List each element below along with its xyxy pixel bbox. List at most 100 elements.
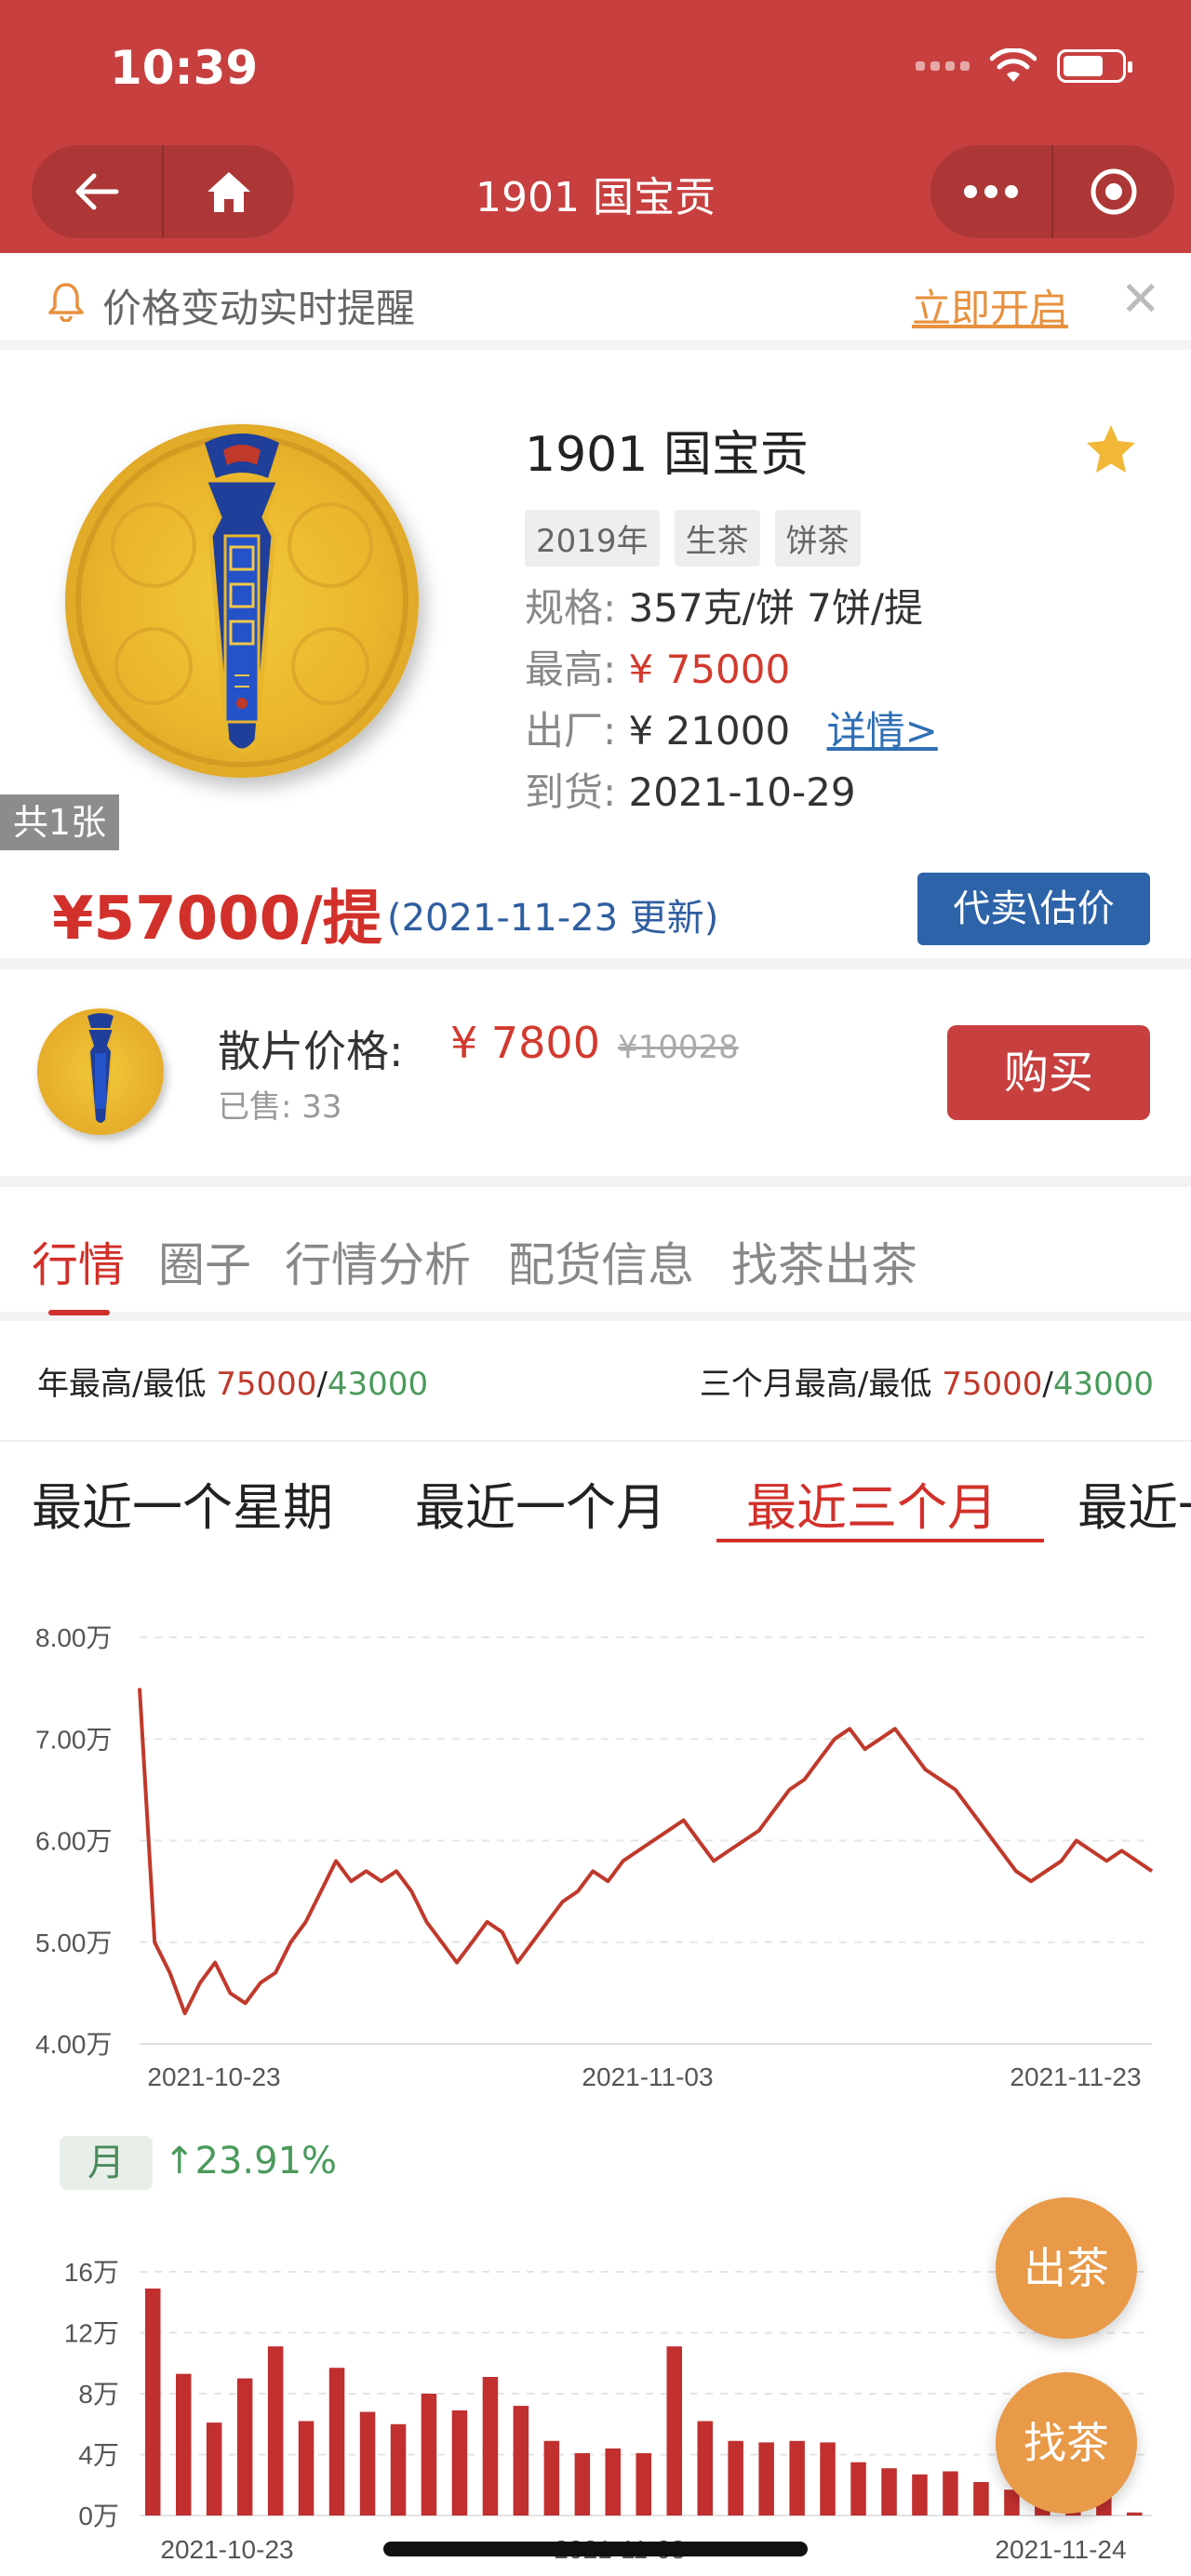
volume-bar xyxy=(973,2482,989,2516)
close-icon[interactable]: ✕ xyxy=(1120,272,1161,327)
volume-bar xyxy=(1127,2512,1143,2516)
volume-bar xyxy=(758,2442,774,2516)
max-label: 最高: xyxy=(525,647,617,692)
volume-bar xyxy=(451,2410,468,2516)
product-title: 1901 国宝贡 xyxy=(525,427,809,483)
find-tea-fab[interactable]: 找茶 xyxy=(996,2372,1137,2514)
tag-year: 2019年 xyxy=(525,510,660,567)
y-tick-label: 8.00万 xyxy=(35,1623,113,1652)
x-tick-label: 2021-10-23 xyxy=(160,2535,293,2564)
volume-bar xyxy=(421,2394,437,2516)
x-tick-label: 2021-11-23 xyxy=(1010,2062,1141,2091)
tab-find-sell[interactable]: 找茶出茶 xyxy=(731,1228,917,1295)
loose-original-price: ¥10028 xyxy=(618,1029,739,1066)
tab-distribution[interactable]: 配货信息 xyxy=(508,1228,694,1295)
alert-text: 价格变动实时提醒 xyxy=(102,286,416,331)
wifi-icon xyxy=(990,48,1037,82)
mini-cake-art xyxy=(86,1013,115,1125)
tag-form: 饼茶 xyxy=(774,510,861,567)
year-high-low: 年最高/最低 75000/43000 xyxy=(37,1358,428,1404)
volume-bar xyxy=(820,2442,836,2516)
volume-bar xyxy=(543,2440,560,2516)
close-miniapp-button[interactable] xyxy=(1053,145,1174,238)
current-price: ¥57000/提 xyxy=(52,885,382,954)
tea-cake-wrapper-art xyxy=(75,434,408,767)
product-tags: 2019年 生茶 饼茶 xyxy=(525,510,861,567)
consign-estimate-button[interactable]: 代卖\估价 xyxy=(917,873,1150,945)
y-tick-label: 4万 xyxy=(78,2441,119,2470)
factory-value: ¥ 21000 xyxy=(628,708,791,754)
year-high: 75000 xyxy=(216,1366,317,1403)
volume-bar xyxy=(176,2373,192,2516)
volume-bar xyxy=(636,2452,651,2516)
volume-bar xyxy=(267,2346,284,2516)
y-tick-label: 7.00万 xyxy=(35,1725,113,1754)
y-tick-label: 8万 xyxy=(78,2380,119,2409)
year-low: 43000 xyxy=(327,1366,429,1403)
buy-button[interactable]: 购买 xyxy=(947,1025,1150,1120)
more-button[interactable] xyxy=(930,145,1051,238)
max-price-row: 最高: ¥ 75000 xyxy=(525,638,790,695)
signal-icon xyxy=(916,61,970,71)
volume-bar xyxy=(574,2452,591,2516)
sold-count: 已售: 33 xyxy=(218,1088,342,1126)
more-dots-icon xyxy=(964,185,1018,198)
year-label: 年最高/最低 xyxy=(37,1366,207,1403)
quarter-label: 三个月最高/最低 xyxy=(699,1366,932,1403)
active-range-indicator xyxy=(716,1539,1044,1542)
quarter-high-low: 三个月最高/最低 75000/43000 xyxy=(700,1358,1154,1404)
x-tick-label: 2021-10-23 xyxy=(147,2062,280,2091)
range-tabs: 最近一个星期 最近一个月 最近三个月 最近一年 xyxy=(0,1440,1191,1559)
quarter-high: 75000 xyxy=(942,1366,1043,1403)
volume-bar xyxy=(145,2289,161,2516)
tab-analysis[interactable]: 行情分析 xyxy=(285,1228,471,1295)
volume-bar xyxy=(789,2440,805,2516)
tab-circle[interactable]: 圈子 xyxy=(158,1228,251,1295)
volume-bar xyxy=(328,2368,345,2516)
y-tick-label: 6.00万 xyxy=(35,1827,113,1856)
price-update-time: (2021-11-23 更新) xyxy=(387,897,719,940)
volume-bar xyxy=(298,2421,314,2516)
volume-bar xyxy=(943,2471,958,2516)
sell-tea-fab[interactable]: 出茶 xyxy=(996,2197,1137,2339)
volume-bar xyxy=(728,2440,743,2516)
y-tick-label: 12万 xyxy=(64,2319,119,2348)
content-tabs: 行情 圈子 行情分析 配货信息 找茶出茶 xyxy=(0,1191,1191,1321)
loose-price-label: 散片价格: xyxy=(218,1026,404,1076)
volume-bar-chart: 0万4万8万12万16万2021-10-232021-11-032021-11-… xyxy=(64,2258,1152,2564)
spec-label: 规格: xyxy=(525,585,617,631)
volume-bar xyxy=(912,2474,928,2516)
range-tab-year[interactable]: 最近一年 xyxy=(1077,1466,1191,1540)
bell-icon xyxy=(48,283,84,322)
enable-alert-link[interactable]: 立即开启 xyxy=(912,277,1068,334)
status-time: 10:39 xyxy=(110,41,259,95)
max-value: ¥ 75000 xyxy=(628,647,791,692)
spec-value: 357克/饼 7饼/提 xyxy=(628,585,924,631)
loose-piece-image[interactable] xyxy=(37,1008,164,1135)
quarter-low: 43000 xyxy=(1052,1366,1154,1403)
y-tick-label: 4.00万 xyxy=(35,2030,113,2059)
volume-bar xyxy=(359,2411,376,2516)
range-tab-week[interactable]: 最近一个星期 xyxy=(32,1466,333,1540)
y-tick-label: 16万 xyxy=(64,2258,119,2287)
battery-icon xyxy=(1057,49,1132,83)
volume-bar xyxy=(482,2377,499,2516)
volume-bar xyxy=(697,2421,713,2516)
range-tab-month[interactable]: 最近一个月 xyxy=(415,1466,666,1540)
x-tick-label: 2021-11-24 xyxy=(995,2535,1126,2564)
spec-row: 规格: 357克/饼 7饼/提 xyxy=(525,577,923,634)
price-alert-bar: 价格变动实时提醒 立即开启 ✕ xyxy=(0,253,1191,350)
favorite-star-icon[interactable] xyxy=(1083,422,1139,476)
tea-cake-image[interactable] xyxy=(65,424,419,778)
loose-piece-row: 散片价格: ¥ 7800 ¥10028 已售: 33 购买 xyxy=(0,966,1191,1180)
range-tab-three-months[interactable]: 最近三个月 xyxy=(746,1466,997,1540)
volume-bar xyxy=(605,2448,621,2516)
photo-count[interactable]: 共1张 xyxy=(0,794,119,850)
tab-market[interactable]: 行情 xyxy=(32,1228,125,1295)
loose-price: ¥ 7800 xyxy=(450,1018,600,1068)
detail-link[interactable]: 详情> xyxy=(827,708,938,754)
arrival-row: 到货: 2021-10-29 xyxy=(525,761,856,818)
y-tick-label: 5.00万 xyxy=(35,1929,113,1957)
volume-bar xyxy=(513,2406,529,2516)
home-indicator xyxy=(383,2542,808,2556)
